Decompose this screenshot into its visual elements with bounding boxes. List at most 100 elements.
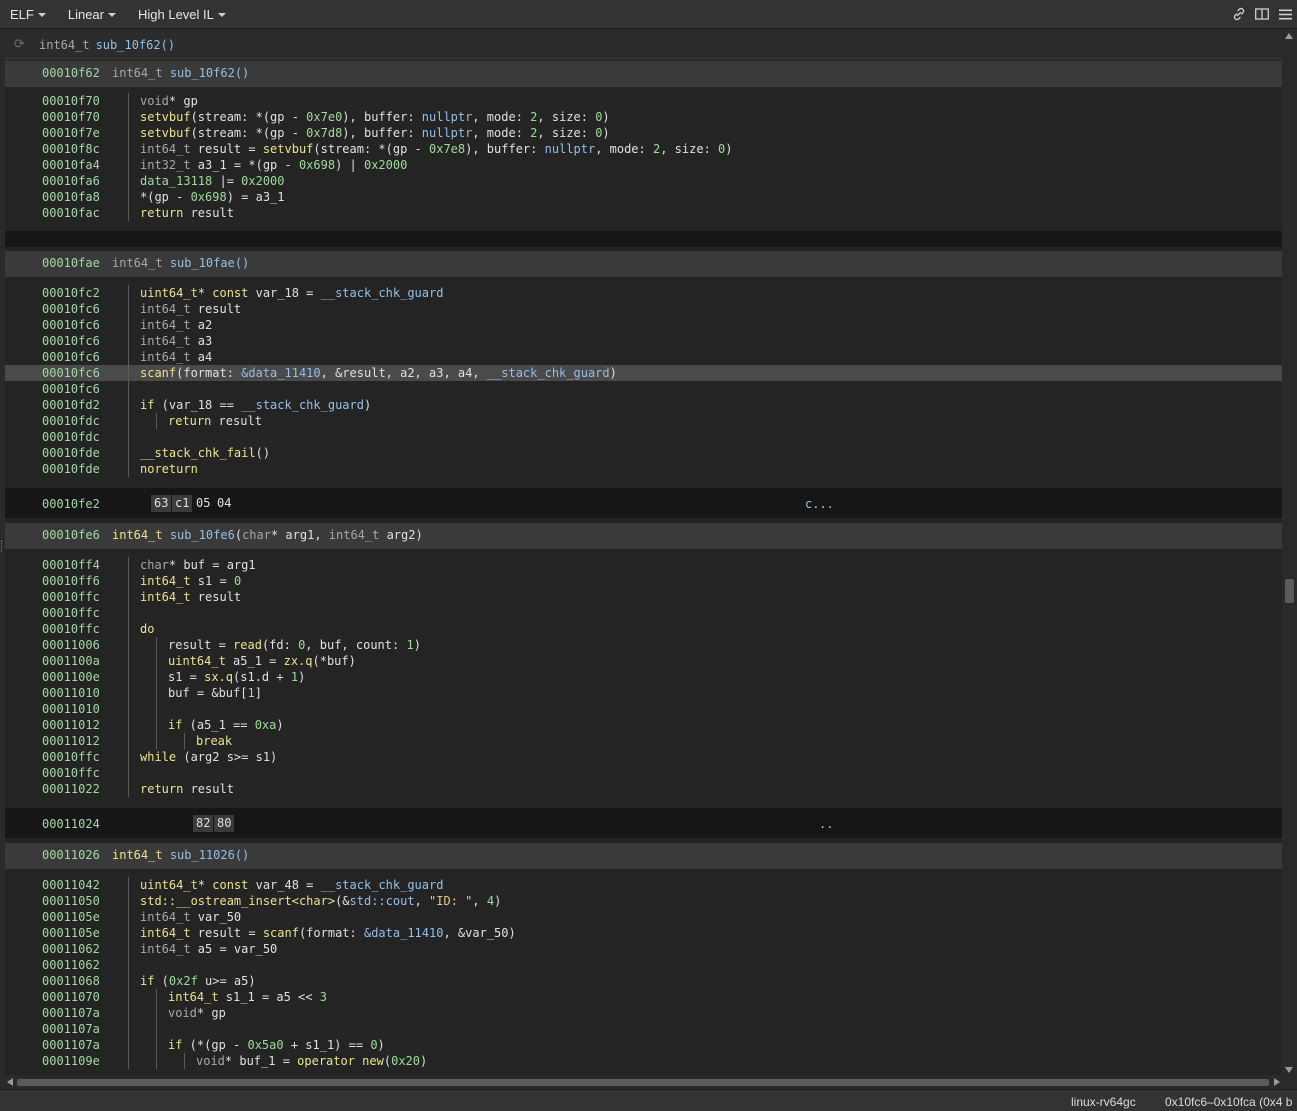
code-token[interactable]: * gp [197,1006,226,1020]
code-token[interactable]: int32_t [140,158,191,172]
code-token[interactable]: std::__ostream_insert<char> [140,894,335,908]
code-token[interactable]: ) [298,670,305,684]
code-token[interactable]: , mode: [472,126,530,140]
code-token[interactable]: u>= a5) [198,974,256,988]
code-token[interactable]: if [140,398,154,412]
code-token[interactable]: const [212,878,248,892]
code-token[interactable]: setvbuf [263,142,314,156]
linear-view[interactable]: 00010f62 int64_t sub_10f62() 00010f70 voi… [5,61,1282,1075]
function-name[interactable]: sub_10fe6 [170,528,235,542]
code-token[interactable]: * [198,878,212,892]
line-code[interactable]: noreturn [140,461,198,477]
function-header[interactable]: 00010fae int64_t sub_10fae() [5,251,1282,277]
code-token[interactable]: 0x7e8 [429,142,465,156]
code-token[interactable]: ) [602,126,609,140]
code-token[interactable]: char [242,528,271,542]
code-line[interactable]: 00010fc6 int64_t a2 [5,317,1282,333]
code-token[interactable]: result [183,782,234,796]
code-token[interactable]: ( [384,1054,391,1068]
data-byte[interactable]: 80 [214,815,235,832]
code-token[interactable]: result [211,414,262,428]
code-token[interactable]: , buf, count: [305,638,406,652]
code-token[interactable]: result [191,590,241,604]
code-token[interactable]: ) | [335,158,364,172]
code-token[interactable]: &data_11410 [364,926,443,940]
line-code[interactable]: uint64_t* const var_48 = __stack_chk_gua… [140,877,443,893]
code-line[interactable]: 00010ffc while (arg2 s>= s1) [5,749,1282,765]
code-line[interactable]: 00010fde __stack_chk_fail() [5,445,1282,461]
code-token[interactable]: const [212,286,248,300]
horizontal-scrollbar[interactable] [5,1076,1282,1088]
code-token[interactable]: int64_t [140,350,191,364]
line-code[interactable]: int64_t s1 = 0 [140,573,241,589]
code-token[interactable]: (format: [299,926,364,940]
status-platform[interactable]: linux-rv64gc [1071,1095,1136,1109]
line-code[interactable]: std::__ostream_insert<char>(&std::cout, … [140,893,501,909]
line-code[interactable]: void* gp [140,93,198,109]
code-token[interactable]: ] [255,686,262,700]
code-token[interactable]: (*buf) [313,654,356,668]
refresh-icon[interactable]: ⟳ [14,37,28,52]
line-code[interactable]: int64_t result = setvbuf(stream: *(gp - … [140,141,732,157]
code-line[interactable]: 00011070 int64_t s1_1 = a5 << 3 [5,989,1282,1005]
code-line[interactable]: 00010fc6 [5,381,1282,397]
code-line[interactable]: 00010fac return result [5,205,1282,221]
code-token[interactable]: ) [610,366,617,380]
code-token[interactable]: while [140,750,176,764]
data-byte[interactable]: 82 [193,815,214,832]
code-token[interactable]: * arg1, [271,528,329,542]
code-line[interactable]: 00010ffc [5,605,1282,621]
code-token[interactable]: var_18 = [248,286,320,300]
code-token[interactable]: arg2 [379,528,416,542]
code-token[interactable]: |= [212,174,241,188]
code-token[interactable]: int64_t [140,942,191,956]
code-line[interactable]: 0001100e s1 = sx.q(s1.d + 1) [5,669,1282,685]
line-code[interactable]: data_13118 |= 0x2000 [140,173,285,189]
code-line[interactable]: 0001109e void* buf_1 = operator new(0x20) [5,1053,1282,1069]
code-token[interactable]: sx.q [204,670,233,684]
data-byte[interactable]: 04 [214,495,234,512]
code-token[interactable]: (& [335,894,349,908]
code-token[interactable]: (stream: *(gp - [191,110,307,124]
code-token[interactable]: (fd: [262,638,298,652]
code-token[interactable]: (a5_1 == [182,718,254,732]
code-token[interactable]: int64_t [329,528,380,542]
code-token[interactable]: , mode: [595,142,653,156]
code-token[interactable]: if [168,1038,182,1052]
code-line[interactable]: 00010fc6 scanf(format: &data_11410, &resu… [5,365,1282,381]
code-token[interactable]: ) [420,1054,427,1068]
code-token[interactable]: var_48 = [248,878,320,892]
code-token[interactable]: , [415,894,429,908]
line-code[interactable]: int64_t a2 [140,317,212,333]
link-icon[interactable] [1231,5,1247,23]
code-token[interactable]: , &result, a2, a3, a4, [321,366,487,380]
code-token[interactable]: setvbuf [140,110,191,124]
code-token[interactable]: * [198,286,212,300]
code-token[interactable]: int64_t [168,990,219,1004]
code-token[interactable]: __stack_chk_guard [487,366,610,380]
code-token[interactable]: *(gp - [140,190,191,204]
code-token[interactable]: uint64_t [140,286,198,300]
line-code[interactable]: scanf(format: &data_11410, &result, a2, … [140,365,617,381]
code-line[interactable]: 00010fc2 uint64_t* const var_18 = __stack… [5,285,1282,301]
code-token[interactable]: + s1_1) == [284,1038,371,1052]
code-token[interactable]: break [196,734,232,748]
code-token[interactable]: void [196,1054,225,1068]
code-line[interactable]: 00010f7e setvbuf(stream: *(gp - 0x7d8), b… [5,125,1282,141]
line-code[interactable]: int64_t var_50 [140,909,241,925]
code-token[interactable]: std::cout [350,894,415,908]
code-token[interactable]: nullptr [422,110,473,124]
scroll-left-arrow-icon[interactable] [7,1078,13,1086]
line-code[interactable]: void* gp [168,1005,226,1021]
line-code[interactable]: return result [168,413,262,429]
line-code[interactable]: do [140,621,154,637]
code-line[interactable]: 00010ffc int64_t result [5,589,1282,605]
line-code[interactable]: char* buf = arg1 [140,557,256,573]
data-bytes-line[interactable]: 00010fe2 63 c1 05 04 c... [5,488,1282,518]
status-selection-range[interactable]: 0x10fc6–0x10fca (0x4 b [1165,1095,1292,1109]
code-token[interactable]: ) = a3_1 [227,190,285,204]
line-code[interactable]: uint64_t* const var_18 = __stack_chk_gua… [140,285,443,301]
line-code[interactable]: __stack_chk_fail() [140,445,270,461]
code-token[interactable]: int64_t [140,302,191,316]
code-token[interactable]: (*(gp - [182,1038,247,1052]
